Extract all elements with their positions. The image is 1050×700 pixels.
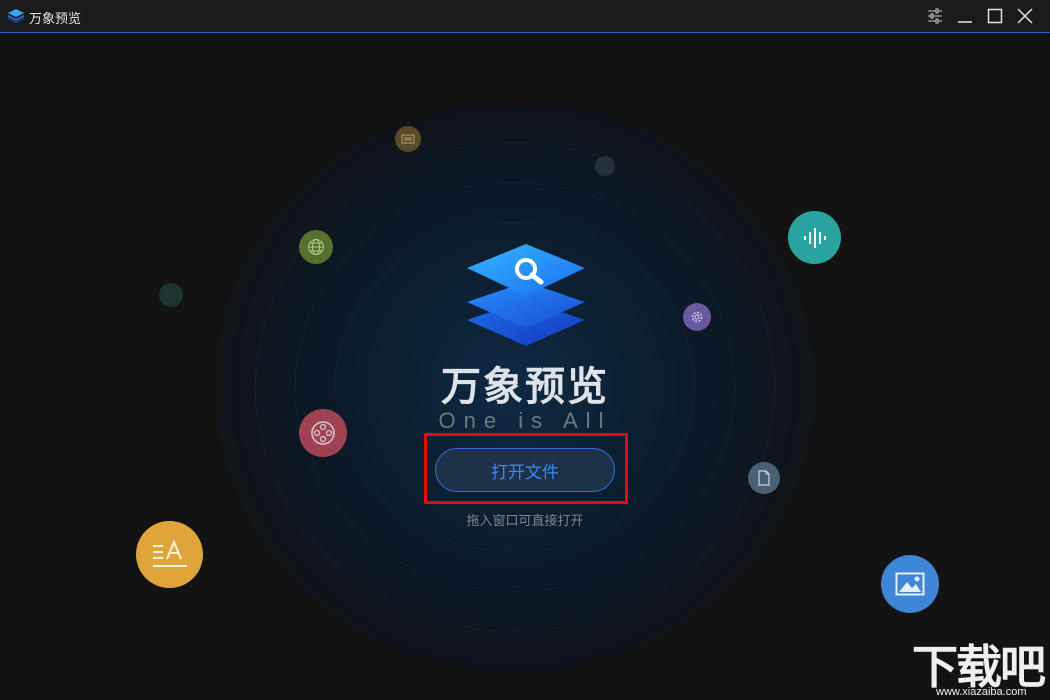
settings-button[interactable] [920,2,950,30]
minimize-icon [958,21,972,23]
title-bar: 万象预览 [0,0,1050,33]
font-bubble [136,521,203,588]
watermark-url: www.xiazaiba.com [936,686,1027,698]
brand-name: 万象预览 [441,364,609,410]
file-icon [758,470,770,486]
dot-bubble [595,156,615,176]
open-file-button[interactable]: 打开文件 [435,448,615,492]
file-bubble [748,462,780,494]
document-bubble [395,126,421,152]
globe-icon [308,239,324,255]
window-title: 万象预览 [29,12,82,27]
close-icon [1017,8,1033,24]
drag-hint: 拖入窗口可直接打开 [466,514,584,529]
maximize-button[interactable] [980,2,1010,30]
audio-wave-icon [803,227,826,248]
settings-icon [928,8,942,24]
slogan: One is All [438,408,612,433]
dot-bubble [159,283,183,307]
watermark: 下载吧 www.xiazaiba.com [912,642,1048,700]
maximize-icon [987,8,1003,24]
document-icon [401,134,415,144]
drop-zone[interactable]: 万象预览 One is All 打开文件 拖入窗口可直接打开 下载吧 www.x… [0,34,1050,700]
watermark-text: 下载吧 [912,640,1046,694]
image-icon [895,572,925,596]
app-logo-icon [8,9,24,23]
close-button[interactable] [1010,2,1040,30]
code-bubble [683,303,711,331]
settings-gear-icon [691,311,703,323]
image-bubble [881,555,939,613]
minimize-button[interactable] [950,2,980,30]
audio-bubble [788,211,841,264]
text-font-icon [152,539,187,567]
web-bubble [299,230,333,264]
app-main-logo-icon [467,244,585,346]
